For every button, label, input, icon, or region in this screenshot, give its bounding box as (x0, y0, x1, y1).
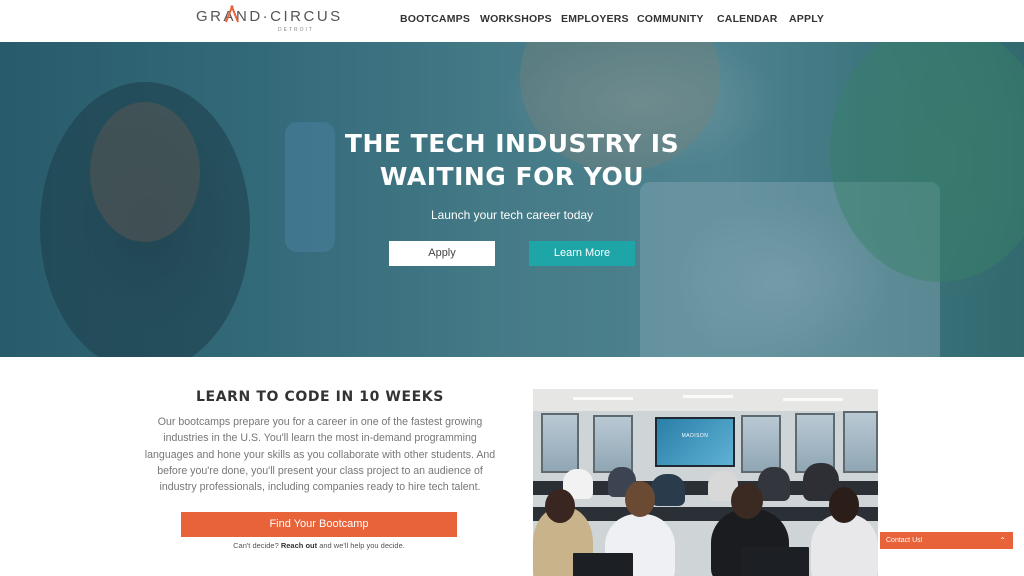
cant-decide-text: Can't decide? Reach out and we'll help y… (181, 541, 457, 550)
photo-student-front (811, 514, 878, 576)
nav-calendar[interactable]: CALENDAR (717, 13, 778, 25)
photo-student-head (545, 489, 575, 523)
contact-us-label: Contact Us! (886, 537, 923, 544)
photo-student (651, 474, 685, 506)
photo-student-head (625, 481, 655, 517)
classroom-photo: MADISON (533, 389, 878, 576)
photo-laptop (741, 547, 809, 576)
apply-button[interactable]: Apply (389, 241, 495, 266)
nav-apply[interactable]: APPLY (789, 13, 824, 25)
reach-out-link[interactable]: Reach out (281, 541, 317, 550)
site-header: GRAND·CIRCUS DETROIT BOOTCAMPS WORKSHOPS… (0, 0, 1024, 42)
learn-section-title: LEARN TO CODE IN 10 WEEKS (196, 389, 444, 405)
cant-decide-suffix: and we'll help you decide. (319, 541, 405, 550)
photo-ceiling-light (683, 395, 733, 398)
photo-window (843, 411, 878, 473)
hero-title: THE TECH INDUSTRY IS WAITING FOR YOU (0, 127, 1024, 193)
grand-circus-logo[interactable]: GRAND·CIRCUS DETROIT (196, 5, 340, 33)
photo-student-head (731, 483, 763, 519)
photo-screen-text: MADISON (681, 433, 709, 439)
photo-window (741, 415, 781, 473)
photo-student (758, 467, 790, 501)
photo-window (541, 413, 579, 473)
photo-projector-screen: MADISON (655, 417, 735, 467)
hero-subtitle: Launch your tech career today (430, 208, 594, 222)
learn-section-body: Our bootcamps prepare you for a career i… (144, 416, 496, 494)
chevron-up-icon[interactable]: ⌃ (999, 532, 1006, 549)
learn-more-button[interactable]: Learn More (529, 241, 635, 266)
photo-laptop (573, 553, 633, 576)
photo-ceiling-light (783, 398, 843, 401)
hero-overlay (0, 42, 1024, 357)
nav-employers[interactable]: EMPLOYERS (561, 13, 629, 25)
hero-banner: THE TECH INDUSTRY IS WAITING FOR YOU Lau… (0, 42, 1024, 357)
nav-workshops[interactable]: WORKSHOPS (480, 13, 552, 25)
cant-decide-prefix: Can't decide? (233, 541, 279, 550)
photo-student-head (829, 487, 859, 523)
logo-arch-icon (225, 5, 239, 23)
hero-title-line2: WAITING FOR YOU (379, 162, 645, 191)
contact-us-widget[interactable]: Contact Us! ⌃ (880, 532, 1013, 549)
logo-subtitle: DETROIT (278, 27, 314, 33)
nav-community[interactable]: COMMUNITY (637, 13, 704, 25)
photo-window (593, 415, 633, 473)
nav-bootcamps[interactable]: BOOTCAMPS (400, 13, 470, 25)
find-your-bootcamp-button[interactable]: Find Your Bootcamp (181, 512, 457, 537)
hero-title-line1: THE TECH INDUSTRY IS (344, 129, 680, 158)
logo-text: GRAND·CIRCUS (196, 8, 343, 25)
photo-ceiling-light (573, 397, 633, 400)
